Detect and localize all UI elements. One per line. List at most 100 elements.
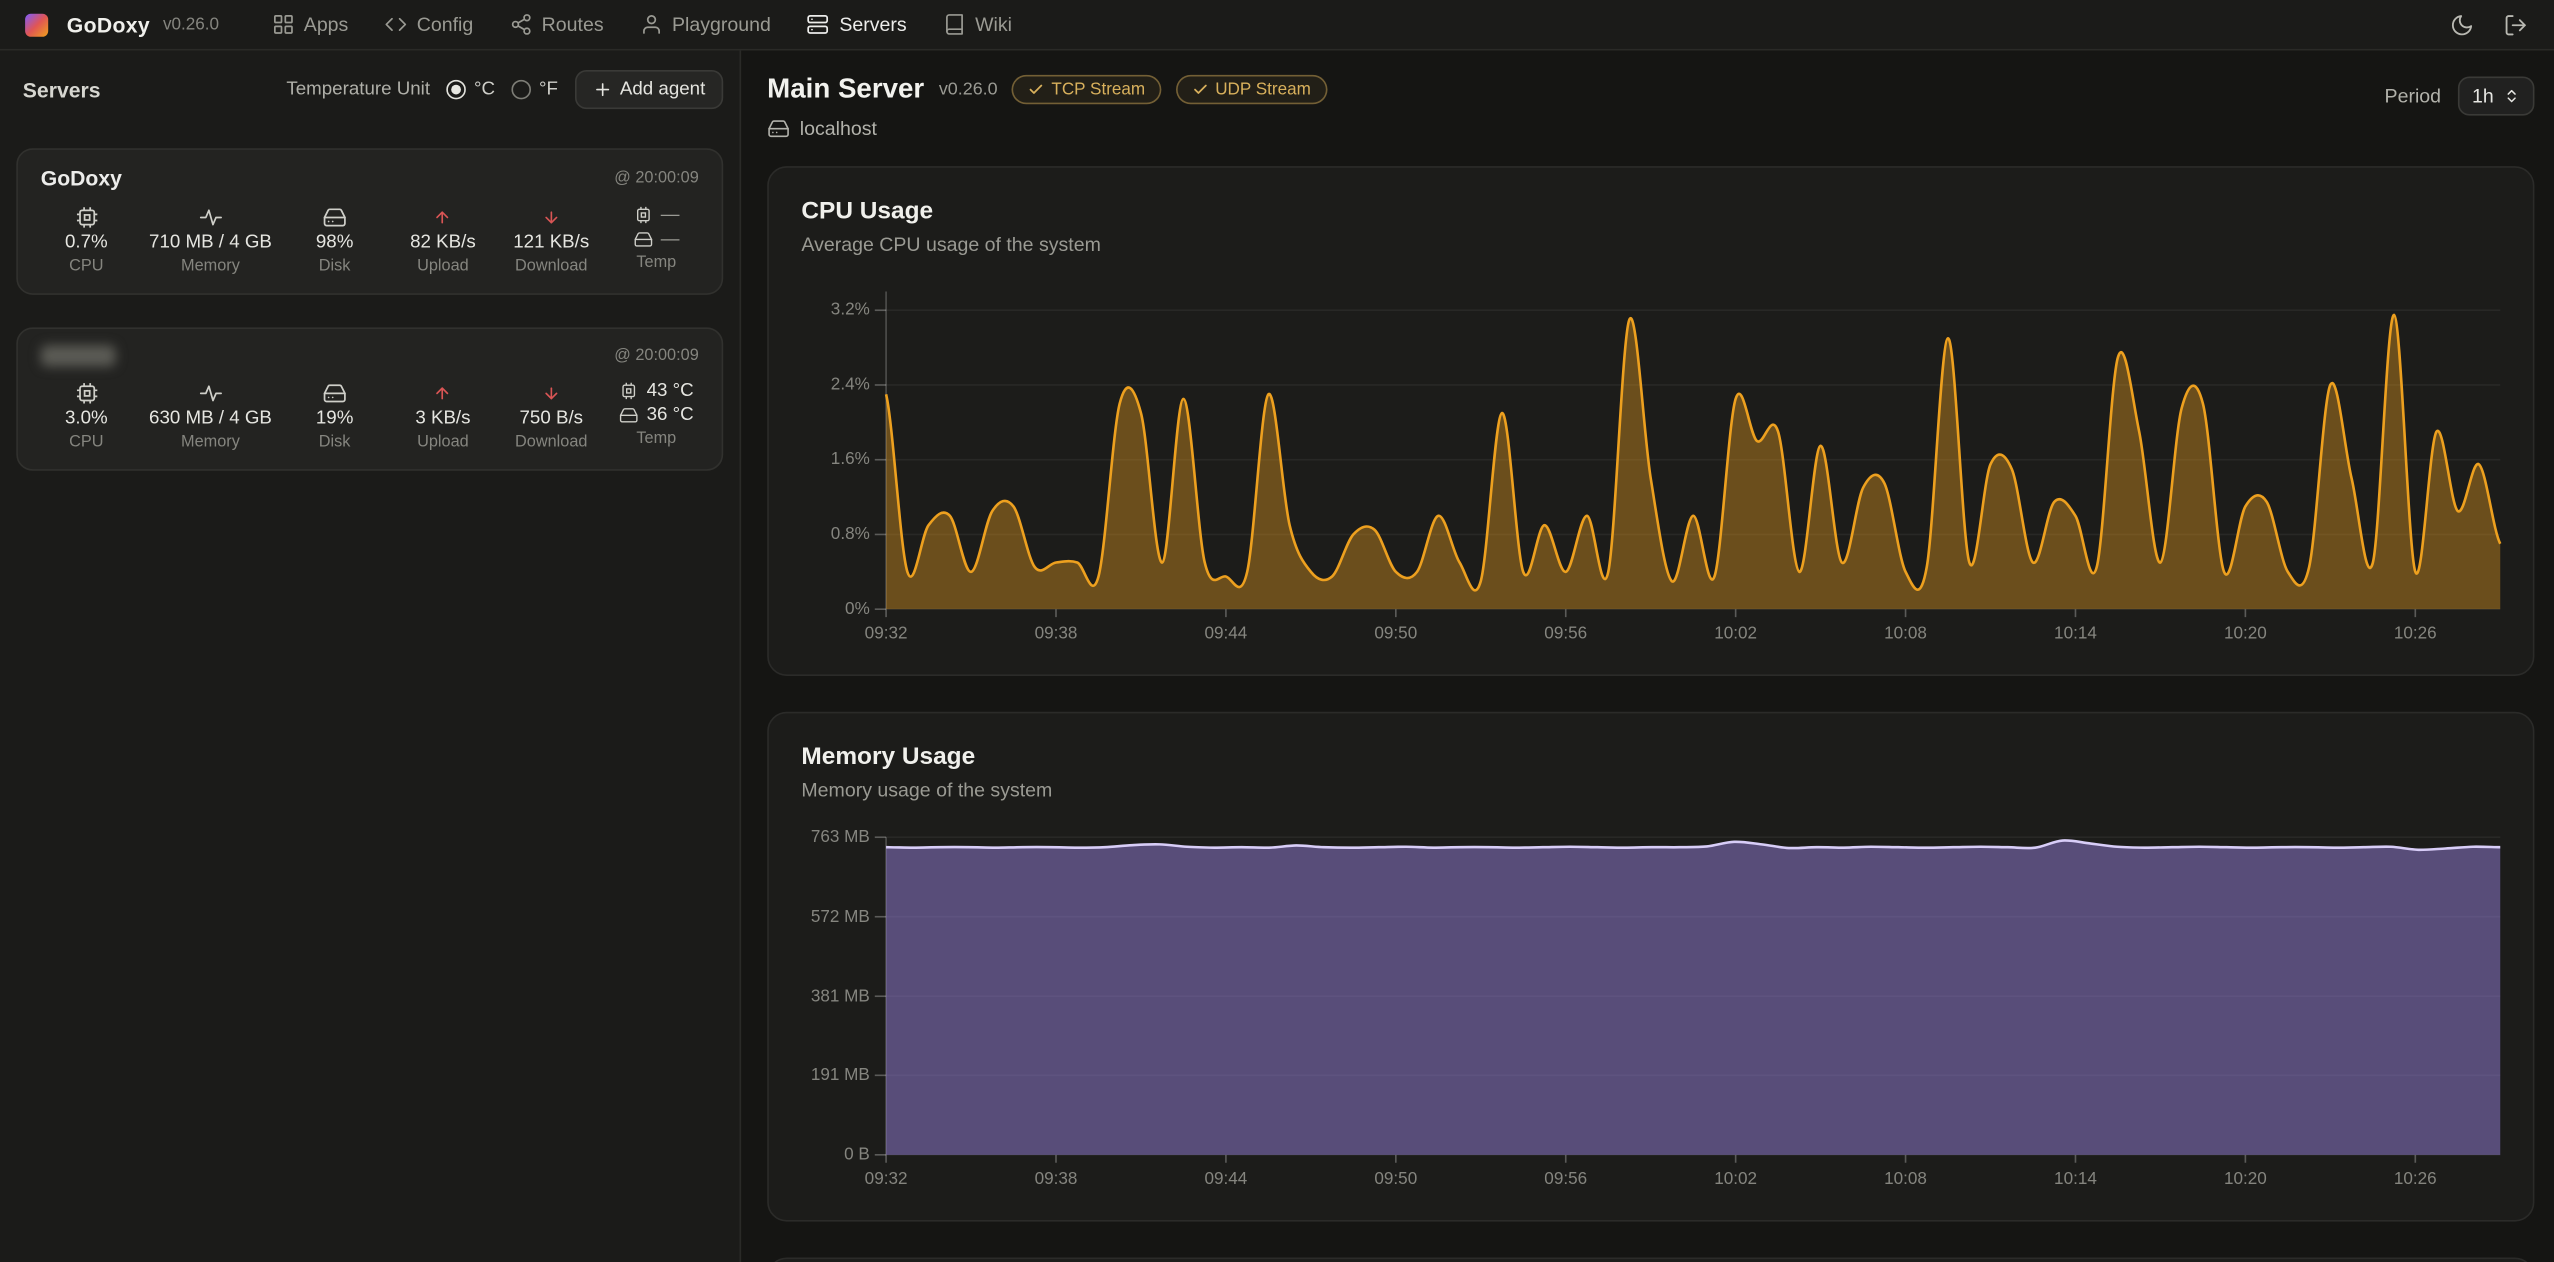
cpu-icon (619, 381, 639, 401)
add-agent-button[interactable]: Add agent (574, 70, 723, 109)
x-axis-tick-label: 10:26 (2394, 624, 2437, 644)
period-value: 1h (2472, 85, 2494, 108)
main-content: Main Server v0.26.0 TCP Stream (741, 50, 2554, 1262)
hard-drive-icon (633, 230, 653, 250)
cpu-value: 3.0% (65, 407, 108, 430)
x-axis-labels: 09:3209:3809:4409:5009:5610:0210:0810:14… (886, 1155, 2500, 1197)
server-card-agent[interactable]: @ 20:00:09 3.0% CPU 630 MB / 4 (16, 327, 723, 470)
memory-usage-chart: 763 MB572 MB381 MB191 MB0 B 09:3209:3809… (801, 837, 2500, 1197)
upload-stat: 82 KB/s Upload (397, 204, 488, 277)
brand-version: v0.26.0 (163, 15, 219, 35)
disk-temp-row: 36 °C (619, 404, 694, 427)
arrow-up-icon (434, 380, 452, 406)
upload-stat: 3 KB/s Upload (397, 380, 488, 453)
nav-item-config[interactable]: Config (384, 13, 473, 36)
cpu-label: CPU (69, 432, 103, 453)
temperature-unit-controls: Temperature Unit °C °F Add agent (286, 70, 723, 109)
x-axis-tick-label: 09:50 (1374, 1169, 1417, 1189)
main-header: Main Server v0.26.0 TCP Stream (767, 73, 2534, 140)
godoxy-logo-icon (23, 11, 51, 39)
server-stats: 3.0% CPU 630 MB / 4 GB Memory (41, 380, 699, 453)
nav-item-routes[interactable]: Routes (509, 13, 604, 36)
navbar-right (2450, 12, 2528, 36)
page-title: Main Server (767, 73, 924, 106)
disk-value: 98% (316, 231, 354, 254)
server-name-redacted (41, 345, 116, 366)
y-axis-tick-label: 763 MB (811, 827, 870, 847)
routes-icon (509, 13, 532, 36)
disk-stat: 98% Disk (289, 204, 380, 277)
servers-sidebar: Servers Temperature Unit °C °F (0, 50, 741, 1262)
arrow-down-icon (542, 380, 560, 406)
memory-label: Memory (181, 256, 240, 277)
sidebar-header: Servers Temperature Unit °C °F (0, 64, 739, 116)
hard-drive-icon (619, 406, 639, 426)
chevron-up-down-icon (2504, 88, 2520, 104)
upload-label: Upload (417, 256, 469, 277)
y-axis-tick-label: 572 MB (811, 907, 870, 927)
y-axis-tick-label: 381 MB (811, 986, 870, 1006)
title-row: Main Server v0.26.0 TCP Stream (767, 73, 1327, 106)
x-axis-tick-label: 10:20 (2224, 1169, 2267, 1189)
celsius-label: °C (474, 80, 495, 100)
x-axis-tick-label: 09:38 (1035, 1169, 1078, 1189)
memory-label: Memory (181, 432, 240, 453)
x-axis-tick-label: 10:20 (2224, 624, 2267, 644)
disk-temp-value: — (661, 228, 680, 251)
x-axis-tick-label: 09:38 (1035, 624, 1078, 644)
memory-value: 630 MB / 4 GB (149, 407, 272, 430)
top-navbar: GoDoxy v0.26.0 Apps Config (0, 0, 2554, 50)
disk-temp-value: 36 °C (647, 404, 694, 427)
udp-stream-badge: UDP Stream (1176, 75, 1327, 104)
nav-label: Servers (839, 13, 906, 36)
badge-label: UDP Stream (1215, 80, 1311, 100)
memory-area-plot (886, 837, 2500, 1155)
radio-unselected-icon (511, 80, 531, 100)
x-axis-tick-label: 10:08 (1884, 624, 1927, 644)
next-panel-stub (767, 1257, 2534, 1262)
memory-stat: 630 MB / 4 GB Memory (149, 380, 272, 453)
x-axis-tick-label: 10:02 (1714, 624, 1757, 644)
nav-label: Routes (542, 13, 604, 36)
activity-icon (198, 204, 222, 230)
server-stats: 0.7% CPU 710 MB / 4 GB Memory (41, 204, 699, 277)
cpu-icon (74, 380, 98, 406)
period-select[interactable]: 1h (2457, 77, 2534, 116)
nav-item-wiki[interactable]: Wiki (943, 13, 1013, 36)
y-axis-tick-label: 0.8% (831, 525, 870, 545)
x-axis-tick-label: 10:02 (1714, 1169, 1757, 1189)
main-nav: Apps Config Routes (271, 13, 1012, 36)
disk-value: 19% (316, 407, 354, 430)
celsius-radio[interactable]: °C (446, 80, 495, 100)
chart-title: CPU Usage (801, 197, 2500, 225)
radio-selected-icon (446, 80, 466, 100)
y-axis-tick-label: 191 MB (811, 1066, 870, 1086)
temp-label: Temp (636, 252, 676, 273)
x-axis-tick-label: 09:50 (1374, 624, 1417, 644)
nav-label: Config (417, 13, 474, 36)
memory-stat: 710 MB / 4 GB Memory (149, 204, 272, 277)
x-axis-tick-label: 09:32 (865, 624, 908, 644)
servers-icon (807, 13, 830, 36)
server-card-godoxy[interactable]: GoDoxy @ 20:00:09 0.7% CPU (16, 148, 723, 295)
y-axis-tick-label: 1.6% (831, 450, 870, 470)
nav-item-playground[interactable]: Playground (639, 13, 770, 36)
fahrenheit-radio[interactable]: °F (511, 80, 558, 100)
server-name: GoDoxy (41, 166, 122, 190)
theme-toggle-button[interactable] (2450, 12, 2474, 36)
nav-item-apps[interactable]: Apps (271, 13, 348, 36)
app: GoDoxy v0.26.0 Apps Config (0, 0, 2554, 1262)
download-label: Download (515, 256, 587, 277)
y-axis-tick-label: 0% (845, 599, 870, 619)
logout-button[interactable] (2504, 12, 2528, 36)
cpu-area-plot (886, 292, 2500, 610)
code-icon (384, 13, 407, 36)
moon-icon (2450, 12, 2474, 36)
nav-item-servers[interactable]: Servers (807, 13, 907, 36)
sidebar-title: Servers (23, 77, 101, 101)
memory-value: 710 MB / 4 GB (149, 231, 272, 254)
x-axis-tick-label: 10:26 (2394, 1169, 2437, 1189)
plus-icon (592, 80, 612, 100)
tcp-stream-badge: TCP Stream (1012, 75, 1161, 104)
logout-icon (2504, 12, 2528, 36)
